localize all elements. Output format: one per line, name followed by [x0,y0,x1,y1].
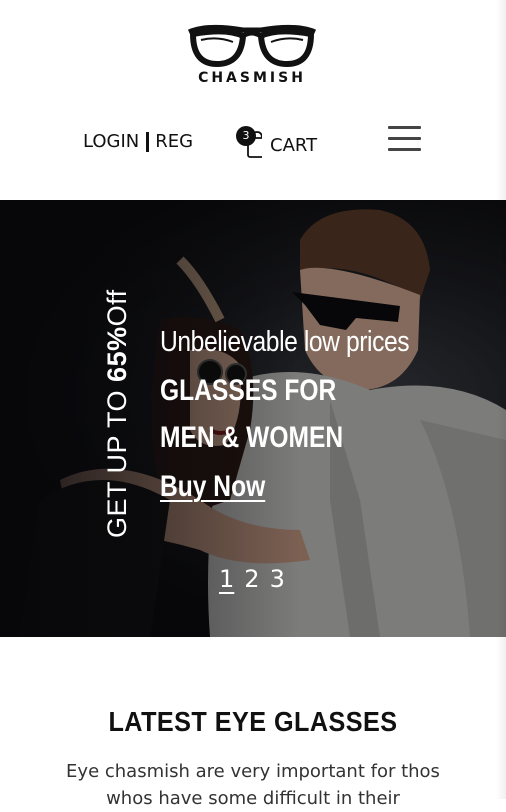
slide-page-3[interactable]: 3 [270,565,285,593]
brand-name: CHASMISH [198,70,306,86]
hero-headline-line2: MEN & WOMEN [160,421,344,454]
shopping-bag-icon: 3 [236,126,262,158]
hamburger-menu-icon[interactable] [388,126,421,152]
slide-page-1[interactable]: 1 [219,565,234,593]
promo-highlight: 65% [102,326,132,382]
cart-label: CART [270,135,318,156]
register-link[interactable]: REG [155,131,193,152]
hero-headline-line1: GLASSES FOR [160,374,337,407]
promo-prefix: GET UP TO [102,381,132,538]
section-description: Eye chasmish are very important for thos… [66,761,440,809]
login-link[interactable]: LOGIN [83,131,139,152]
glasses-icon [187,24,317,68]
cart-count-badge: 3 [236,126,256,146]
hero-tagline: Unbelievable low prices [160,326,410,358]
auth-links: LOGIN REG [83,131,193,152]
slide-page-2[interactable]: 2 [244,565,259,593]
promo-vertical-text: GET UP TO 65%Off [102,289,133,538]
promo-suffix: Off [102,289,132,327]
site-header: CHASMISH LOGIN REG 3 CART [0,0,506,200]
cart-button[interactable]: 3 CART [236,126,317,158]
brand-logo[interactable]: CHASMISH [186,22,318,92]
divider [146,131,150,152]
slider-pagination: 1 2 3 [219,565,285,593]
buy-now-button[interactable]: Buy Now [160,470,265,504]
section-title: LATEST EYE GLASSES [108,706,398,737]
